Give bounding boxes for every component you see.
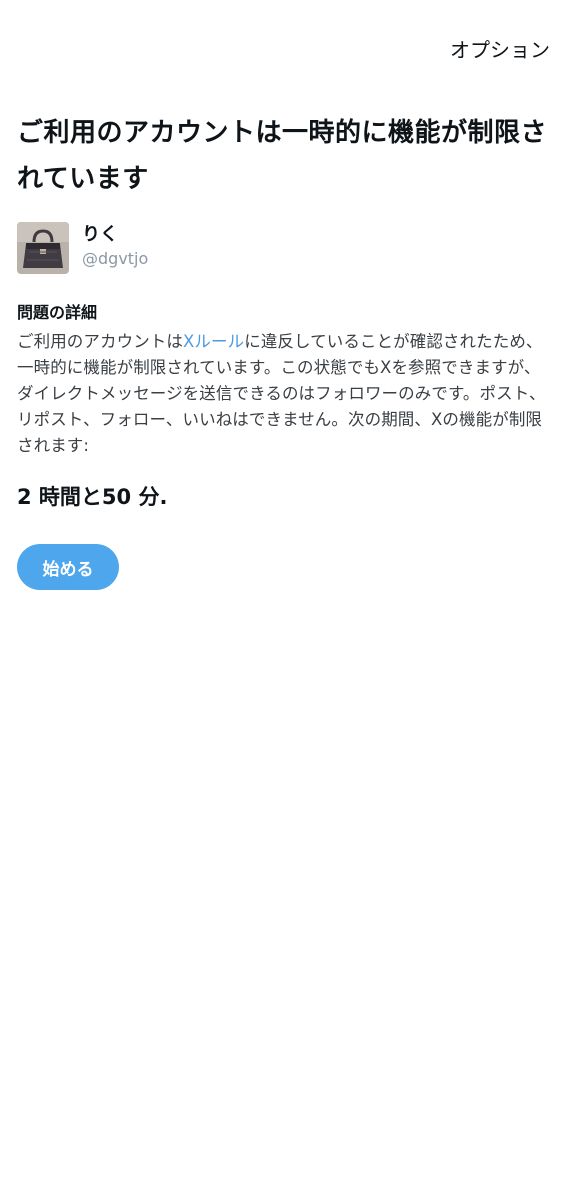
details-heading: 問題の詳細 [17,303,98,322]
display-name: りく [82,224,118,245]
x-rules-link[interactable]: Xルール [183,332,244,351]
restriction-duration: 2 時間と50 分. [17,485,168,509]
account-info: りく @dgvtjo [17,222,148,274]
avatar[interactable] [17,222,69,274]
page-title: ご利用のアカウントは一時的に機能が制限されています [17,118,548,194]
start-button[interactable]: 始める [17,544,119,590]
options-button[interactable]: オプション [450,34,550,63]
details-body: ご利用のアカウントはXルールに違反していることが確認されたため、一時的に機能が制… [17,329,557,459]
user-handle: @dgvtjo [82,249,149,268]
problem-details: 問題の詳細 ご利用のアカウントはXルールに違反していることが確認されたため、一時… [17,300,557,459]
details-body-prefix: ご利用のアカウントは [17,332,183,351]
